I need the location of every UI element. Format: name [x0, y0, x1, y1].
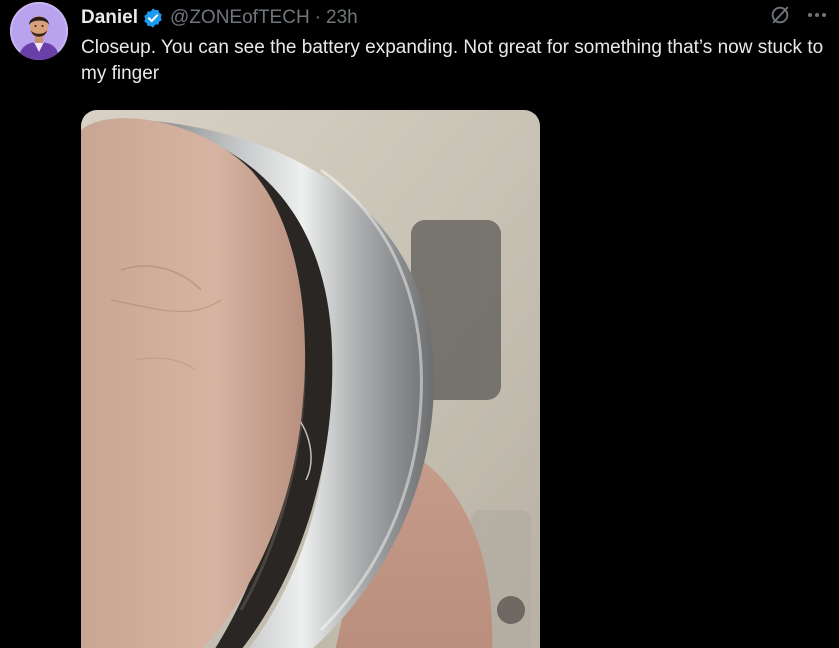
grok-icon[interactable] — [769, 4, 791, 31]
more-icon[interactable] — [805, 4, 829, 31]
tweet-actions — [769, 4, 829, 31]
ring-on-finger-photo — [81, 110, 540, 648]
avatar-image — [10, 2, 68, 60]
avatar[interactable] — [10, 2, 68, 60]
tweet[interactable]: Daniel @ZONEofTECH · 23h Closeup. You ca — [0, 0, 839, 648]
header-separator: · — [314, 7, 321, 28]
tweet-media-image[interactable] — [81, 110, 540, 648]
user-handle[interactable]: @ZONEofTECH — [170, 7, 310, 29]
tweet-text: Closeup. You can see the battery expandi… — [81, 37, 824, 84]
verified-badge-icon — [142, 7, 164, 29]
display-name[interactable]: Daniel — [81, 7, 138, 29]
tweet-header: Daniel @ZONEofTECH · 23h — [81, 5, 358, 31]
timestamp[interactable]: 23h — [326, 7, 358, 29]
